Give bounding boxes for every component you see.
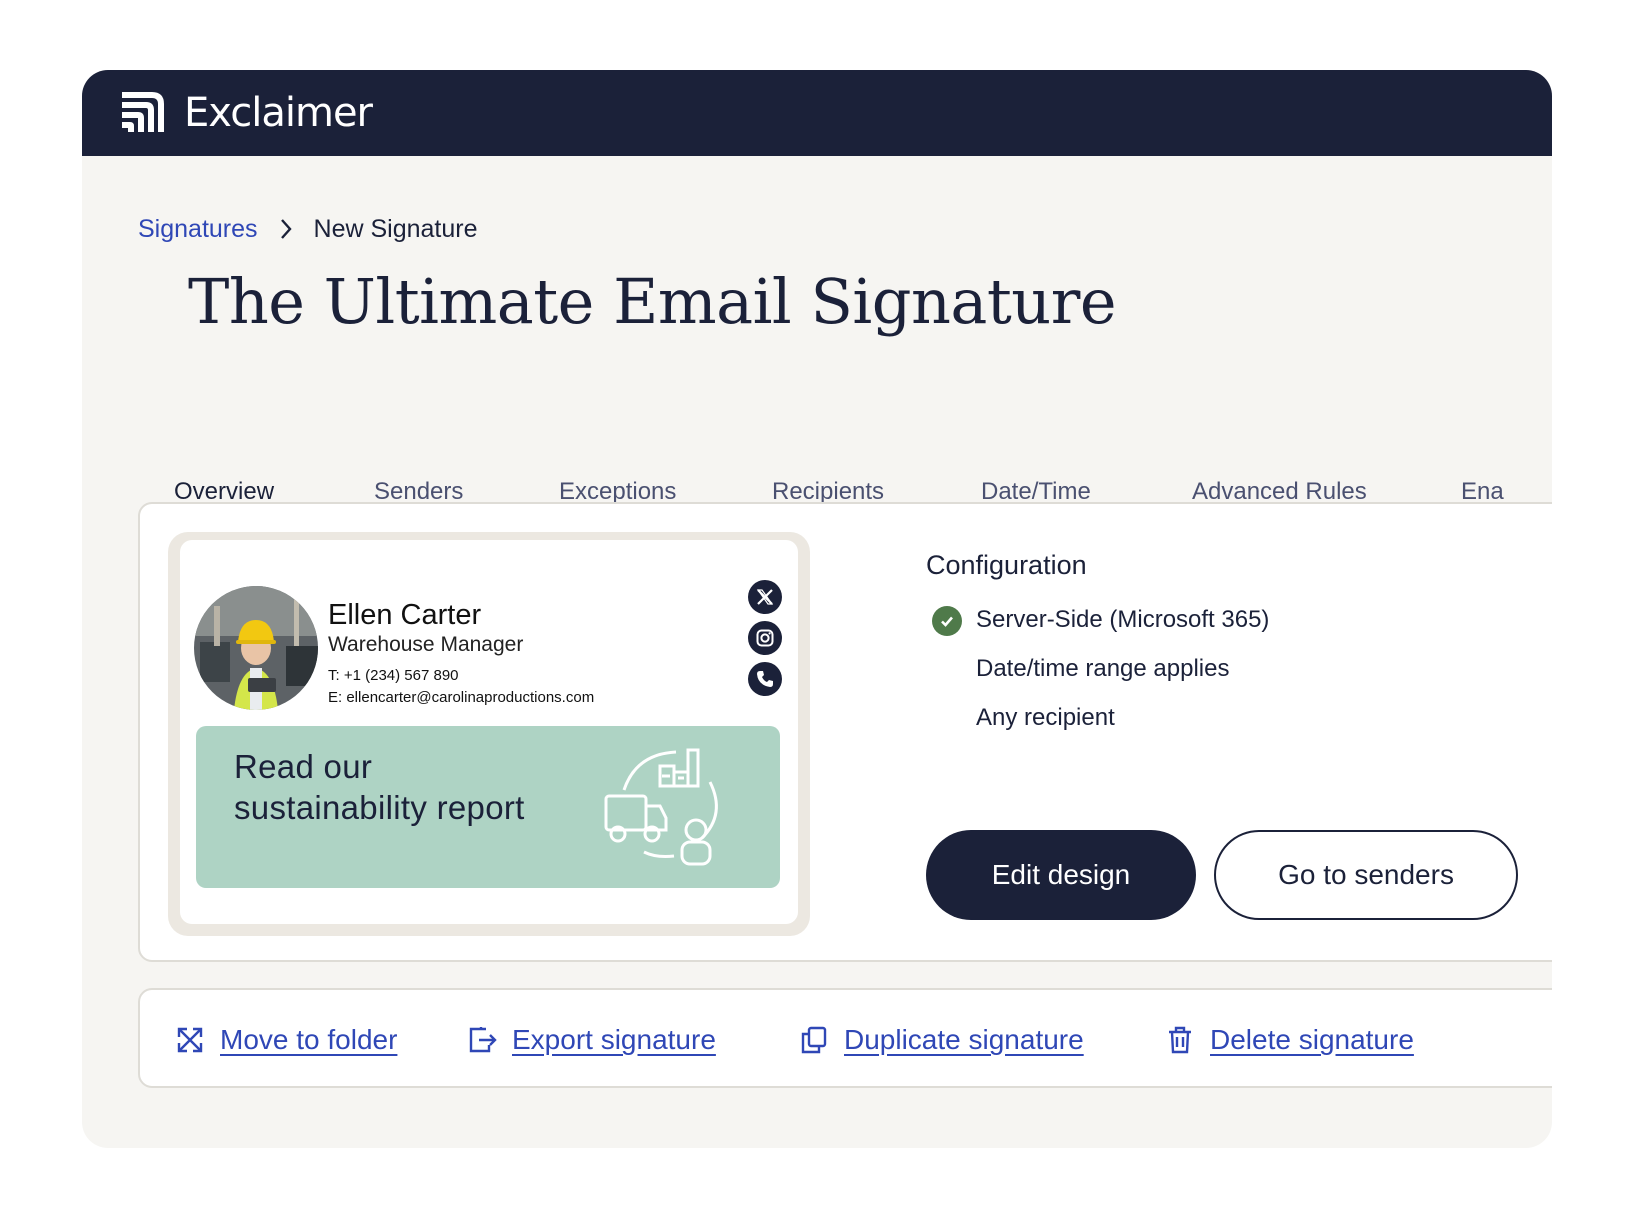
instagram-icon (748, 621, 782, 655)
overview-card: Ellen Carter Warehouse Manager T: +1 (23… (138, 502, 1552, 962)
signature-preview: Ellen Carter Warehouse Manager T: +1 (23… (180, 540, 798, 924)
signature-role: Warehouse Manager (328, 633, 524, 656)
duplicate-signature-link[interactable]: Duplicate signature (844, 1022, 1084, 1058)
logistics-illustration-icon (604, 748, 718, 866)
duplicate-signature-action[interactable]: Duplicate signature (798, 1020, 1084, 1060)
exclaimer-logo-icon (122, 92, 164, 132)
config-item-date-time: Date/time range applies (976, 655, 1230, 682)
delete-signature-link[interactable]: Delete signature (1210, 1022, 1414, 1058)
signature-email: E: ellencarter@carolinaproductions.com (328, 689, 595, 706)
signature-preview-frame: Ellen Carter Warehouse Manager T: +1 (23… (168, 532, 810, 936)
export-icon (466, 1024, 498, 1056)
config-item-recipient: Any recipient (976, 704, 1115, 731)
move-to-folder-action[interactable]: Move to folder (174, 1020, 397, 1060)
breadcrumb-signatures-link[interactable]: Signatures (138, 212, 258, 246)
x-icon (748, 580, 782, 614)
export-signature-link[interactable]: Export signature (512, 1022, 716, 1058)
signature-actions-bar: Move to folder Export signature Duplicat… (138, 988, 1552, 1088)
go-to-senders-button[interactable]: Go to senders (1214, 830, 1518, 920)
export-signature-action[interactable]: Export signature (466, 1020, 716, 1060)
move-to-folder-link[interactable]: Move to folder (220, 1022, 397, 1058)
move-icon (174, 1024, 206, 1056)
check-circle-icon (932, 606, 962, 636)
signature-phone: T: +1 (234) 567 890 (328, 667, 459, 684)
breadcrumb: Signatures New Signature (138, 212, 478, 246)
config-item-server-side: Server-Side (Microsoft 365) (976, 606, 1270, 633)
top-navigation-bar: Exclaimer (82, 70, 1552, 156)
app-window: Exclaimer Signatures New Signature The U… (82, 70, 1552, 1148)
chevron-right-icon (266, 212, 306, 246)
duplicate-icon (798, 1024, 830, 1056)
phone-icon (748, 662, 782, 696)
trash-icon (1164, 1024, 1196, 1056)
signature-name: Ellen Carter (328, 599, 482, 631)
avatar (194, 586, 318, 710)
breadcrumb-current: New Signature (313, 215, 478, 243)
edit-design-button[interactable]: Edit design (926, 830, 1196, 920)
brand-name: Exclaimer (184, 90, 373, 136)
configuration-heading: Configuration (926, 550, 1087, 580)
page-title: The Ultimate Email Signature (188, 265, 1117, 338)
banner-text: Read our sustainability report (234, 748, 525, 826)
sustainability-banner[interactable]: Read our sustainability report (196, 726, 780, 888)
delete-signature-action[interactable]: Delete signature (1164, 1020, 1414, 1060)
